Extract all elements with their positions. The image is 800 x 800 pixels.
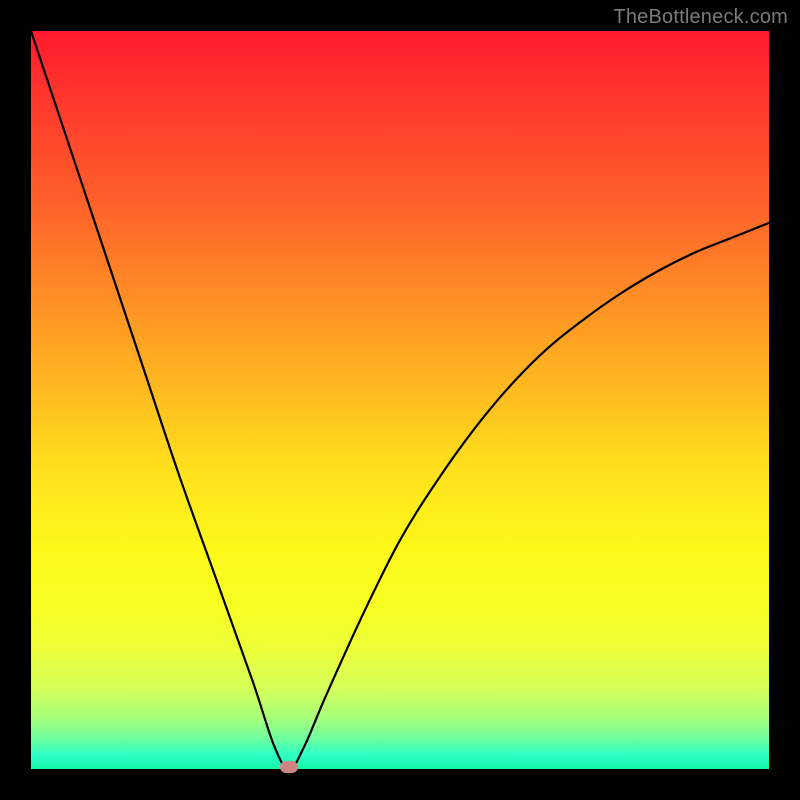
bottleneck-curve [31,31,769,769]
plot-area [31,31,769,769]
optimal-point-marker [280,761,298,773]
chart-frame: TheBottleneck.com [0,0,800,800]
watermark-text: TheBottleneck.com [613,6,788,29]
